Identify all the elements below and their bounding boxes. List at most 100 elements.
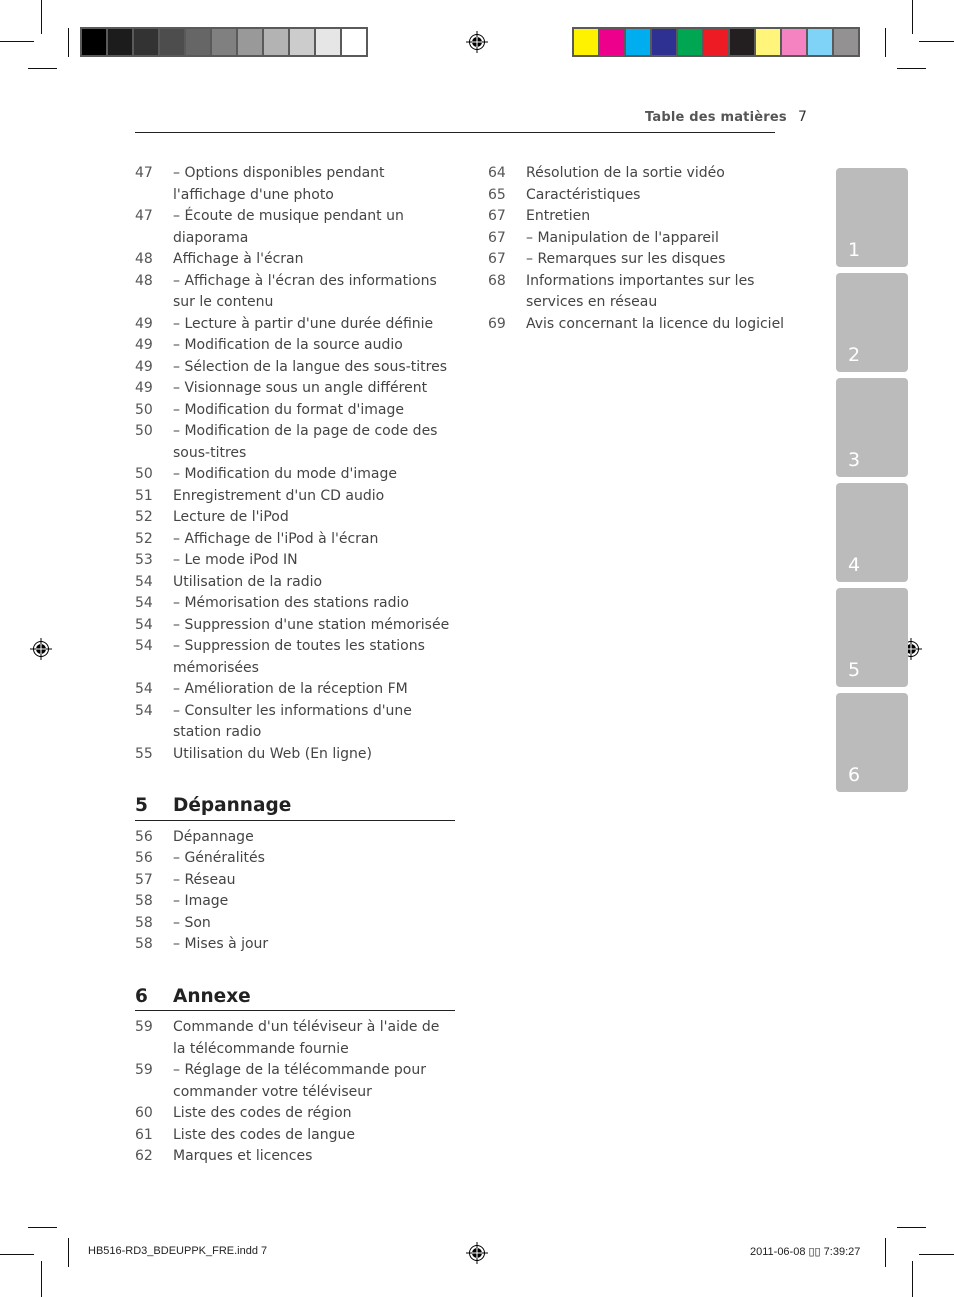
- toc-entry-title: – Consulter les informations d'une stati…: [173, 702, 412, 741]
- chapter-tab-label: 6: [848, 764, 861, 786]
- toc-entry-title: Résolution de la sortie vidéo: [526, 165, 725, 181]
- toc-entry-title: – Image: [173, 893, 229, 909]
- toc-entry[interactable]: 57 – Réseau: [135, 870, 455, 892]
- toc-page-number: 50: [135, 423, 153, 439]
- toc-page-number: 47: [135, 165, 153, 181]
- toc-entry[interactable]: 59 – Réglage de la télécommande pour comm…: [135, 1060, 455, 1103]
- color-swatch: [704, 29, 728, 55]
- toc-page-number: 67: [488, 229, 506, 246]
- toc-entry-title: Lecture de l'iPod: [173, 509, 289, 525]
- toc-entry[interactable]: 49 – Modification de la source audio: [135, 335, 455, 357]
- toc-page-number: 69: [488, 315, 506, 332]
- toc-entry-title: Liste des codes de région: [173, 1105, 352, 1121]
- toc-entry[interactable]: 60 Liste des codes de région: [135, 1103, 455, 1125]
- toc-page-number: 49: [135, 380, 153, 396]
- toc-entry[interactable]: 67 – Manipulation de l'appareil: [488, 228, 808, 250]
- toc-entry[interactable]: 62 Marques et licences: [135, 1146, 455, 1168]
- crop-mark: [28, 1227, 57, 1228]
- section-number: 5: [135, 795, 148, 816]
- toc-entry-title: – Son: [173, 914, 211, 931]
- chapter-tab-2[interactable]: 2: [836, 273, 908, 372]
- color-swatch: [652, 29, 676, 55]
- toc-entry[interactable]: 65 Caractéristiques: [488, 185, 808, 207]
- toc-page-number: 52: [135, 509, 153, 525]
- toc-entry-title: – Affichage de l'iPod à l'écran: [173, 530, 379, 547]
- toc-entry-title: – Modification du mode d'image: [173, 466, 397, 482]
- toc-entry[interactable]: 55 Utilisation du Web (En ligne): [135, 744, 455, 766]
- toc-entry[interactable]: 54 – Amélioration de la réception FM: [135, 679, 455, 701]
- toc-entry-title: – Affichage à l'écran des informations s…: [173, 272, 437, 311]
- toc-entry[interactable]: 59 Commande d'un téléviseur à l'aide de l…: [135, 1017, 455, 1060]
- toc-page-number: 60: [135, 1105, 153, 1121]
- chapter-tab-3[interactable]: 3: [836, 378, 908, 477]
- color-swatch: [756, 29, 780, 55]
- toc-page-number: 55: [135, 745, 153, 762]
- chapter-tab-6[interactable]: 6: [836, 693, 908, 792]
- toc-entry[interactable]: 69 Avis concernant la licence du logiciel: [488, 314, 808, 336]
- color-swatch: [160, 29, 184, 55]
- chapter-tab-label: 5: [848, 659, 861, 681]
- chapter-tab-label: 3: [848, 449, 861, 471]
- toc-entry[interactable]: 50 – Modification de la page de code des …: [135, 421, 455, 464]
- color-swatch: [212, 29, 236, 55]
- crop-mark: [919, 41, 954, 42]
- toc-entry[interactable]: 64 Résolution de la sortie vidéo: [488, 163, 808, 185]
- toc-entry[interactable]: 61 Liste des codes de langue: [135, 1125, 455, 1147]
- toc-entry[interactable]: 52 – Affichage de l'iPod à l'écran: [135, 529, 455, 551]
- toc-entry[interactable]: 48 – Affichage à l'écran des informations…: [135, 271, 455, 314]
- toc-entry[interactable]: 53 – Le mode iPod IN: [135, 550, 455, 572]
- toc-entry[interactable]: 58 – Son: [135, 913, 455, 935]
- toc-entry[interactable]: 54 Utilisation de la radio: [135, 572, 455, 594]
- toc-entry-title: – Visionnage sous un angle différent: [173, 380, 428, 396]
- toc-entry[interactable]: 54 – Mémorisation des stations radio: [135, 593, 455, 615]
- toc-entry[interactable]: 49 – Sélection de la langue des sous-titr…: [135, 357, 455, 379]
- toc-entry[interactable]: 47 – Options disponibles pendant l'affich…: [135, 163, 455, 206]
- toc-entry[interactable]: 49 – Lecture à partir d'une durée définie: [135, 314, 455, 336]
- toc-entry[interactable]: 47 – Écoute de musique pendant un diapora…: [135, 206, 455, 249]
- toc-entry[interactable]: 54 – Suppression d'une station mémorisée: [135, 615, 455, 637]
- color-swatch: [834, 29, 858, 55]
- toc-entry[interactable]: 54 – Consulter les informations d'une sta…: [135, 701, 455, 744]
- toc-entry-title: Entretien: [526, 208, 591, 224]
- chapter-tab-4[interactable]: 4: [836, 483, 908, 582]
- toc-entry-title: – Modification de la source audio: [173, 337, 403, 353]
- toc-page-number: 56: [135, 850, 153, 866]
- toc-entry[interactable]: 51 Enregistrement d'un CD audio: [135, 486, 455, 508]
- toc-entry-title: Enregistrement d'un CD audio: [173, 487, 385, 504]
- color-swatch: [134, 29, 158, 55]
- chapter-tab-5[interactable]: 5: [836, 588, 908, 687]
- toc-page-number: 58: [135, 893, 153, 909]
- toc-entry[interactable]: 49 – Visionnage sous un angle différent: [135, 378, 455, 400]
- toc-entry[interactable]: 67 Entretien: [488, 206, 808, 228]
- toc-page-number: 58: [135, 936, 153, 952]
- crop-mark: [0, 1254, 34, 1255]
- toc-entry[interactable]: 58 – Image: [135, 891, 455, 913]
- toc-entry[interactable]: 56 – Généralités: [135, 848, 455, 870]
- toc-page-number: 54: [135, 616, 153, 633]
- toc-entry[interactable]: 48 Affichage à l'écran: [135, 249, 455, 271]
- toc-entry-title: – Modification du format d'image: [173, 401, 404, 418]
- toc-entry[interactable]: 50 – Modification du format d'image: [135, 400, 455, 422]
- toc-entry[interactable]: 54 – Suppression de toutes les stations m…: [135, 636, 455, 679]
- toc-entry[interactable]: 58 – Mises à jour: [135, 934, 455, 956]
- toc-page-number: 54: [135, 702, 153, 719]
- section-heading: 6 Annexe: [135, 986, 455, 1011]
- toc-entry[interactable]: 50 – Modification du mode d'image: [135, 464, 455, 486]
- toc-entry[interactable]: 52 Lecture de l'iPod: [135, 507, 455, 529]
- color-swatch: [808, 29, 832, 55]
- toc-entry[interactable]: 67 – Remarques sur les disques: [488, 249, 808, 271]
- toc-page-number: 50: [135, 401, 153, 418]
- crop-mark: [885, 1238, 886, 1267]
- toc-entry-title: – Suppression d'une station mémorisée: [173, 616, 450, 633]
- toc-entry[interactable]: 68 Informations importantes sur les servi…: [488, 271, 808, 314]
- chapter-tab-1[interactable]: 1: [836, 168, 908, 267]
- toc-entry-title: – Remarques sur les disques: [526, 251, 726, 267]
- section-heading: 5 Dépannage: [135, 795, 455, 821]
- crop-mark: [897, 1227, 926, 1228]
- color-swatch: [730, 29, 754, 55]
- page-number: 7: [798, 109, 807, 125]
- registration-mark-icon: [30, 638, 52, 660]
- toc-entry[interactable]: 56 Dépannage: [135, 827, 455, 849]
- section-title: Dépannage: [173, 795, 292, 816]
- toc-page-number: 47: [135, 208, 153, 224]
